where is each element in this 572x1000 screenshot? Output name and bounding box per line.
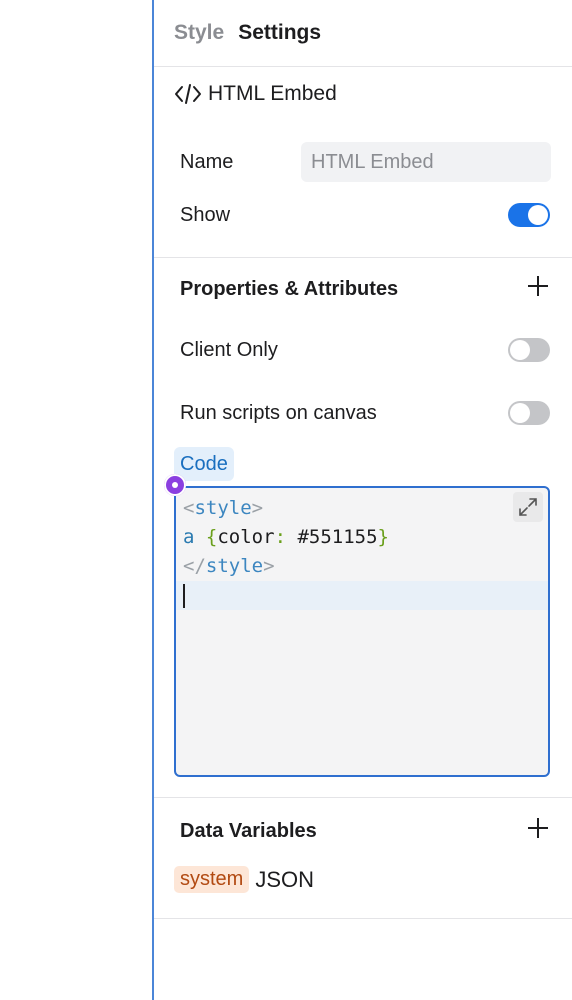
code-line-1[interactable]: <style>: [176, 494, 548, 523]
client-only-row: Client Only: [180, 338, 550, 362]
toggle-knob: [510, 403, 530, 423]
divider: [154, 257, 572, 258]
resize-handle[interactable]: [164, 474, 186, 496]
show-label: Show: [180, 203, 231, 226]
code-line-2[interactable]: a {color: #551155}: [176, 523, 548, 552]
tab-settings[interactable]: Settings: [238, 21, 321, 45]
run-scripts-label: Run scripts on canvas: [180, 401, 377, 424]
panel-tabs: Style Settings: [154, 0, 572, 67]
expand-icon[interactable]: [513, 492, 543, 522]
toggle-knob: [528, 205, 548, 225]
client-only-toggle[interactable]: [508, 338, 550, 362]
code-icon: [174, 82, 202, 106]
data-variables-title: Data Variables: [180, 819, 317, 842]
data-variables-section: Data Variables system JSON: [154, 797, 572, 919]
run-scripts-row: Run scripts on canvas: [180, 401, 550, 425]
settings-panel: Style Settings HTML Embed Name Show Prop…: [154, 0, 572, 1000]
code-label: Code: [174, 447, 234, 481]
name-row: Name: [180, 142, 551, 182]
run-scripts-toggle[interactable]: [508, 401, 550, 425]
component-header: HTML Embed: [174, 82, 337, 106]
plus-icon[interactable]: [526, 274, 550, 304]
code-line-3[interactable]: </style>: [176, 552, 548, 581]
system-badge: system: [174, 866, 250, 893]
canvas-area[interactable]: [0, 0, 152, 1000]
name-input[interactable]: [301, 142, 551, 182]
tab-style[interactable]: Style: [174, 21, 224, 45]
data-variable-item[interactable]: system JSON: [174, 866, 314, 893]
client-only-label: Client Only: [180, 338, 278, 361]
toggle-knob: [510, 340, 530, 360]
show-row: Show: [180, 203, 550, 227]
code-line-4[interactable]: [176, 581, 548, 610]
data-variables-header: Data Variables: [180, 816, 550, 846]
plus-icon[interactable]: [526, 816, 550, 846]
component-title: HTML Embed: [208, 82, 337, 105]
text-cursor: [183, 583, 185, 608]
code-editor[interactable]: <style> a {color: #551155} </style>: [174, 486, 550, 777]
data-variable-name: JSON: [255, 866, 315, 892]
properties-header: Properties & Attributes: [180, 274, 550, 304]
name-label: Name: [180, 150, 234, 173]
properties-title: Properties & Attributes: [180, 277, 399, 300]
show-toggle[interactable]: [508, 203, 550, 227]
